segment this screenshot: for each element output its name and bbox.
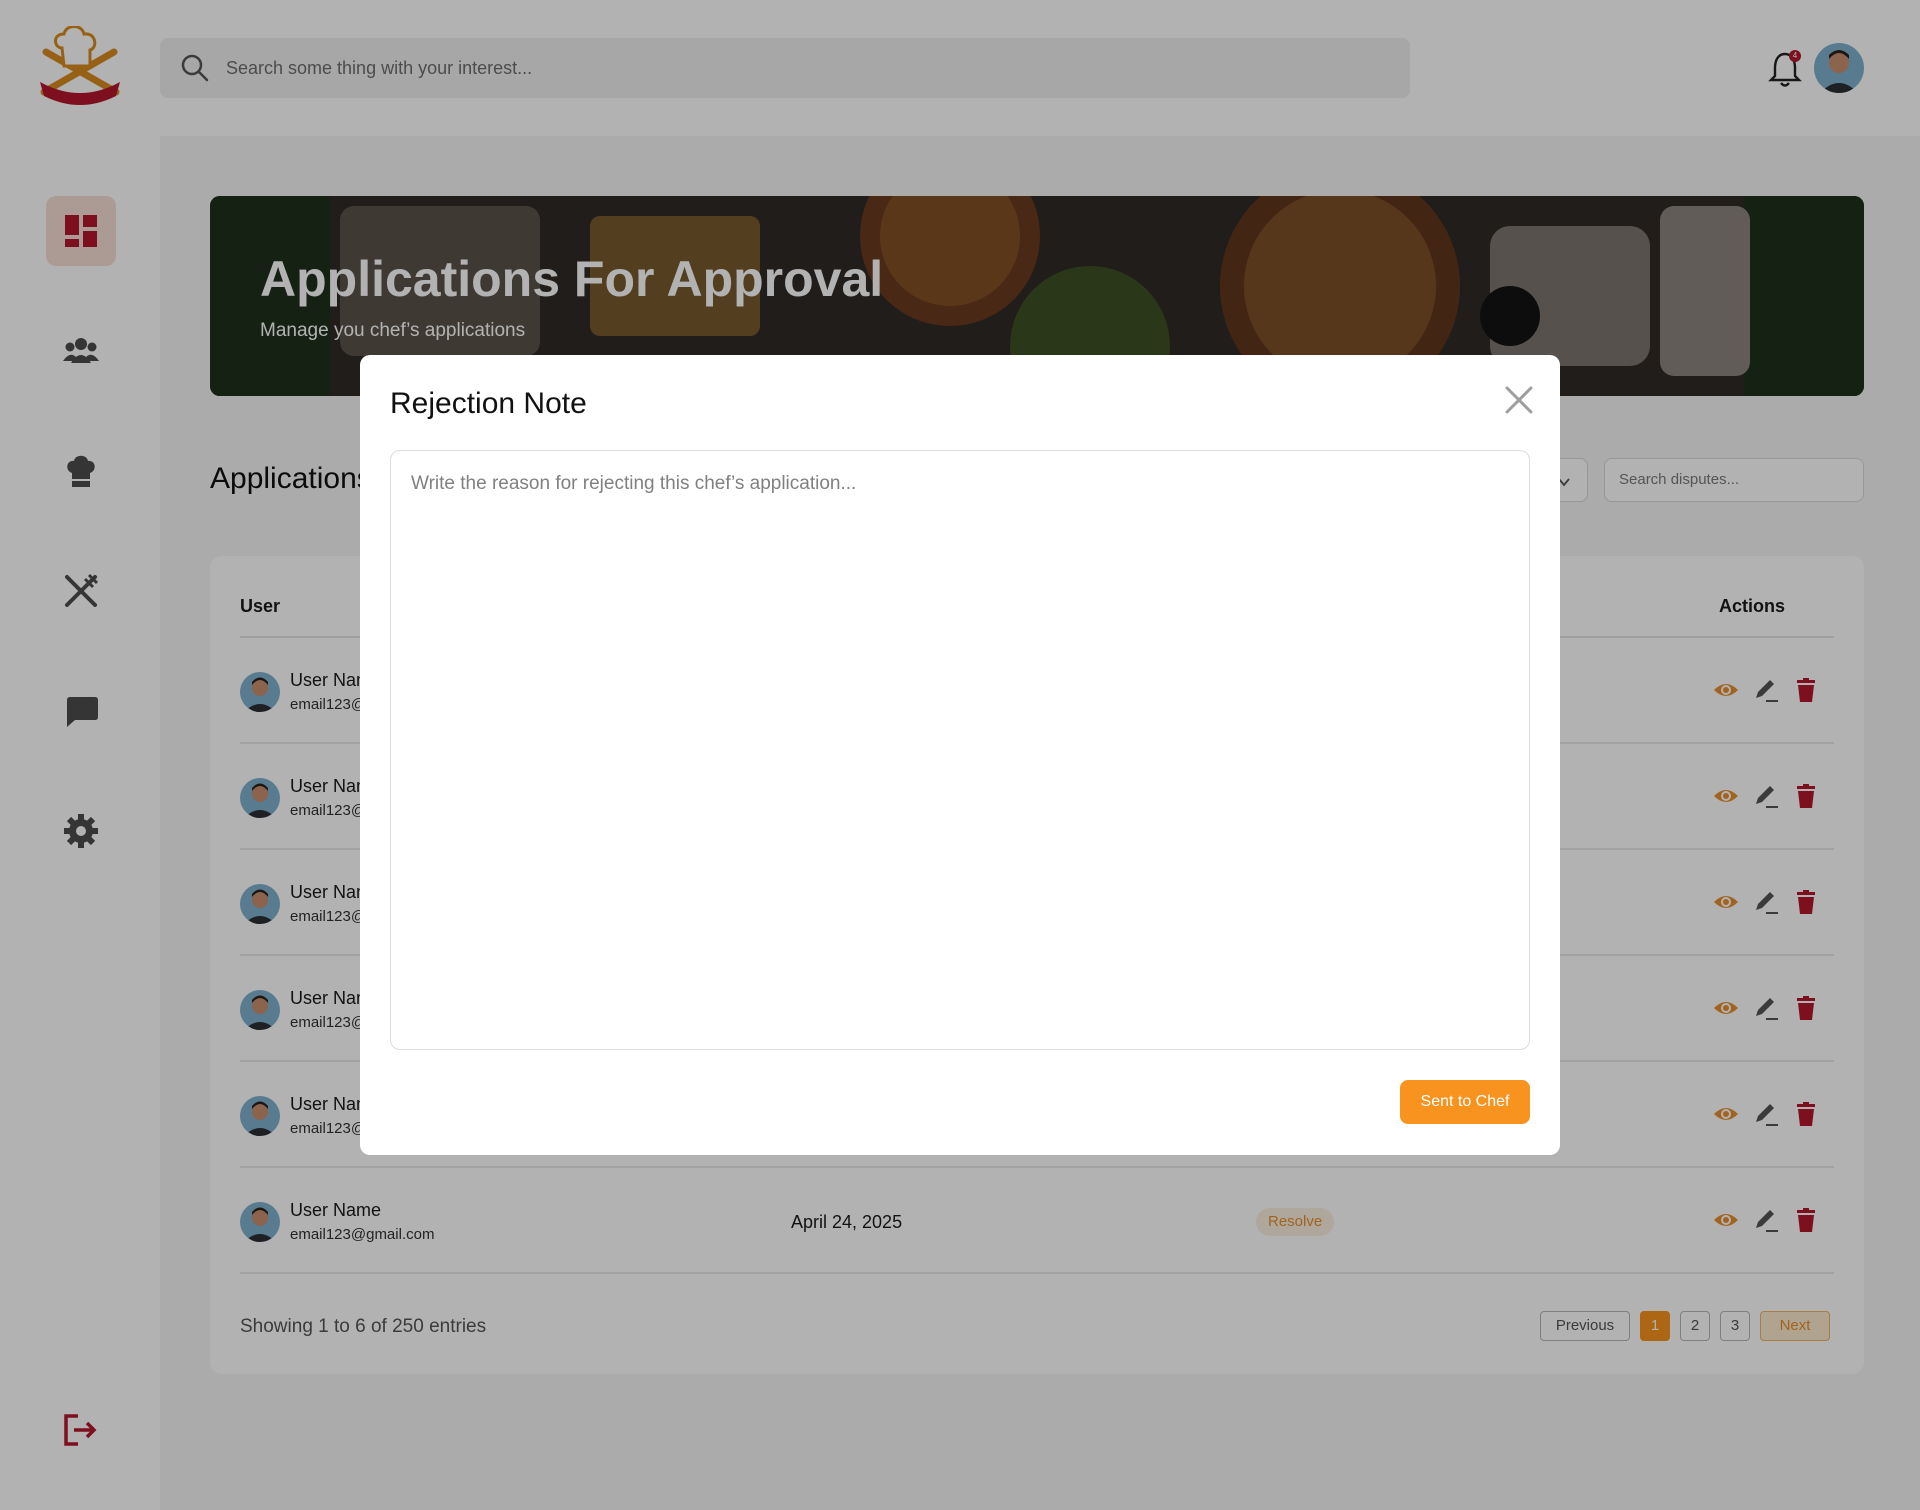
rejection-reason-textarea[interactable]: Write the reason for rejecting this chef… — [390, 450, 1530, 1050]
send-to-chef-button[interactable]: Sent to Chef — [1400, 1080, 1530, 1124]
modal-close-button[interactable] — [1502, 383, 1536, 417]
rejection-note-modal: Rejection Note Write the reason for reje… — [360, 355, 1560, 1155]
close-icon — [1505, 386, 1533, 414]
modal-title: Rejection Note — [390, 387, 587, 420]
